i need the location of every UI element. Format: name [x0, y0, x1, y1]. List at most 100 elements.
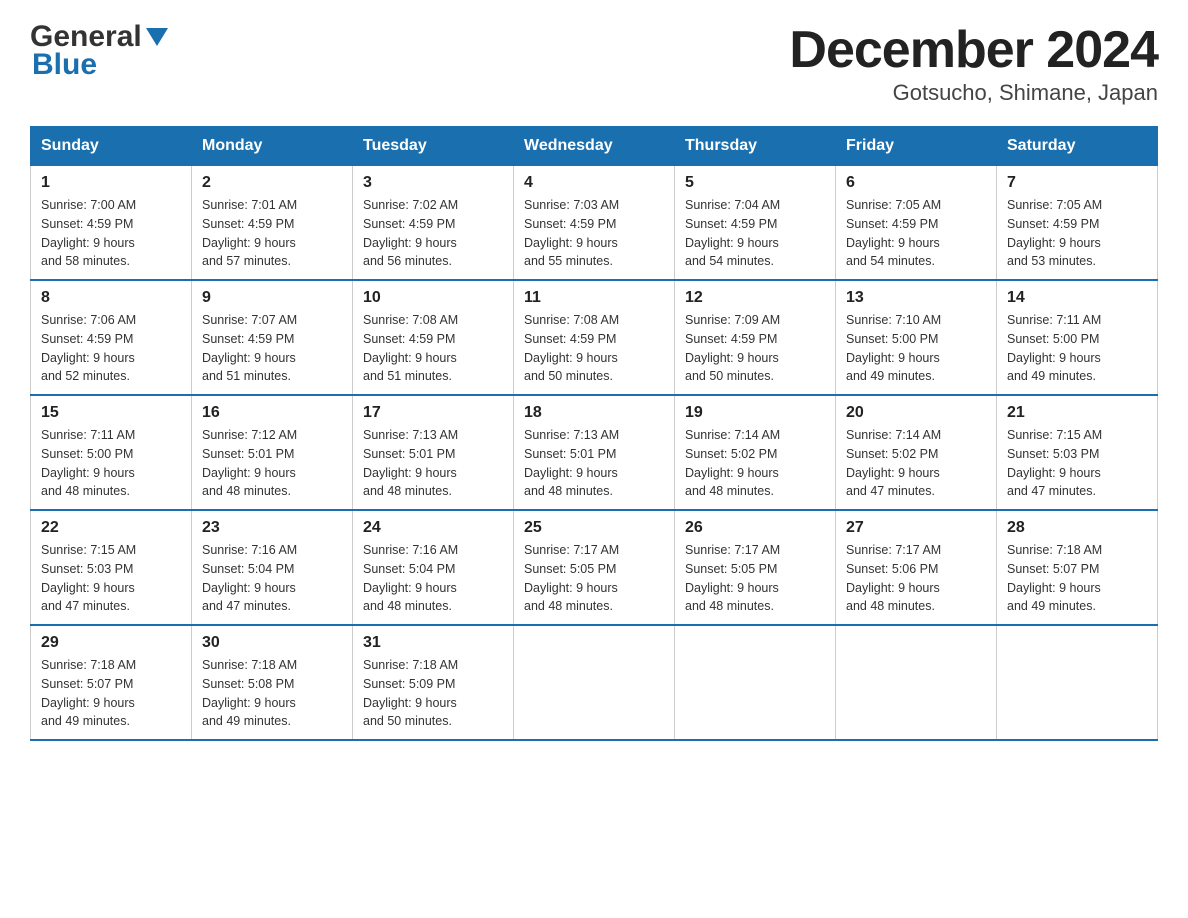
day-number: 9 — [202, 289, 342, 307]
calendar-cell: 26 Sunrise: 7:17 AM Sunset: 5:05 PM Dayl… — [675, 510, 836, 625]
day-number: 28 — [1007, 519, 1147, 537]
calendar-cell: 29 Sunrise: 7:18 AM Sunset: 5:07 PM Dayl… — [31, 625, 192, 740]
calendar-cell: 11 Sunrise: 7:08 AM Sunset: 4:59 PM Dayl… — [514, 280, 675, 395]
calendar-header-row: Sunday Monday Tuesday Wednesday Thursday… — [31, 127, 1158, 166]
logo: General Blue — [30, 20, 168, 82]
day-number: 29 — [41, 634, 181, 652]
header-sunday: Sunday — [31, 127, 192, 166]
header-tuesday: Tuesday — [353, 127, 514, 166]
day-number: 23 — [202, 519, 342, 537]
day-info: Sunrise: 7:16 AM Sunset: 5:04 PM Dayligh… — [363, 541, 503, 616]
calendar-cell — [997, 625, 1158, 740]
calendar-cell: 20 Sunrise: 7:14 AM Sunset: 5:02 PM Dayl… — [836, 395, 997, 510]
title-block: December 2024 Gotsucho, Shimane, Japan — [789, 20, 1158, 106]
logo-blue-text: Blue — [32, 48, 97, 82]
day-number: 18 — [524, 404, 664, 422]
day-info: Sunrise: 7:16 AM Sunset: 5:04 PM Dayligh… — [202, 541, 342, 616]
calendar-cell: 17 Sunrise: 7:13 AM Sunset: 5:01 PM Dayl… — [353, 395, 514, 510]
calendar-week-row: 1 Sunrise: 7:00 AM Sunset: 4:59 PM Dayli… — [31, 166, 1158, 281]
calendar-cell: 19 Sunrise: 7:14 AM Sunset: 5:02 PM Dayl… — [675, 395, 836, 510]
day-number: 26 — [685, 519, 825, 537]
calendar-cell: 12 Sunrise: 7:09 AM Sunset: 4:59 PM Dayl… — [675, 280, 836, 395]
day-info: Sunrise: 7:05 AM Sunset: 4:59 PM Dayligh… — [1007, 196, 1147, 271]
day-number: 16 — [202, 404, 342, 422]
day-info: Sunrise: 7:12 AM Sunset: 5:01 PM Dayligh… — [202, 426, 342, 501]
calendar-table: Sunday Monday Tuesday Wednesday Thursday… — [30, 126, 1158, 741]
day-info: Sunrise: 7:18 AM Sunset: 5:09 PM Dayligh… — [363, 656, 503, 731]
day-info: Sunrise: 7:03 AM Sunset: 4:59 PM Dayligh… — [524, 196, 664, 271]
day-number: 10 — [363, 289, 503, 307]
day-info: Sunrise: 7:07 AM Sunset: 4:59 PM Dayligh… — [202, 311, 342, 386]
calendar-cell: 21 Sunrise: 7:15 AM Sunset: 5:03 PM Dayl… — [997, 395, 1158, 510]
calendar-cell: 6 Sunrise: 7:05 AM Sunset: 4:59 PM Dayli… — [836, 166, 997, 281]
day-info: Sunrise: 7:00 AM Sunset: 4:59 PM Dayligh… — [41, 196, 181, 271]
calendar-cell: 8 Sunrise: 7:06 AM Sunset: 4:59 PM Dayli… — [31, 280, 192, 395]
day-number: 30 — [202, 634, 342, 652]
day-info: Sunrise: 7:13 AM Sunset: 5:01 PM Dayligh… — [363, 426, 503, 501]
day-info: Sunrise: 7:14 AM Sunset: 5:02 PM Dayligh… — [846, 426, 986, 501]
calendar-cell: 31 Sunrise: 7:18 AM Sunset: 5:09 PM Dayl… — [353, 625, 514, 740]
day-number: 7 — [1007, 174, 1147, 192]
day-number: 19 — [685, 404, 825, 422]
day-info: Sunrise: 7:18 AM Sunset: 5:07 PM Dayligh… — [1007, 541, 1147, 616]
calendar-cell: 4 Sunrise: 7:03 AM Sunset: 4:59 PM Dayli… — [514, 166, 675, 281]
day-info: Sunrise: 7:13 AM Sunset: 5:01 PM Dayligh… — [524, 426, 664, 501]
day-info: Sunrise: 7:08 AM Sunset: 4:59 PM Dayligh… — [524, 311, 664, 386]
header-saturday: Saturday — [997, 127, 1158, 166]
day-number: 21 — [1007, 404, 1147, 422]
day-number: 20 — [846, 404, 986, 422]
day-info: Sunrise: 7:02 AM Sunset: 4:59 PM Dayligh… — [363, 196, 503, 271]
day-info: Sunrise: 7:15 AM Sunset: 5:03 PM Dayligh… — [41, 541, 181, 616]
calendar-cell: 14 Sunrise: 7:11 AM Sunset: 5:00 PM Dayl… — [997, 280, 1158, 395]
day-number: 27 — [846, 519, 986, 537]
day-number: 3 — [363, 174, 503, 192]
calendar-cell: 5 Sunrise: 7:04 AM Sunset: 4:59 PM Dayli… — [675, 166, 836, 281]
day-number: 25 — [524, 519, 664, 537]
calendar-cell: 7 Sunrise: 7:05 AM Sunset: 4:59 PM Dayli… — [997, 166, 1158, 281]
day-info: Sunrise: 7:11 AM Sunset: 5:00 PM Dayligh… — [1007, 311, 1147, 386]
day-info: Sunrise: 7:06 AM Sunset: 4:59 PM Dayligh… — [41, 311, 181, 386]
day-number: 14 — [1007, 289, 1147, 307]
calendar-subtitle: Gotsucho, Shimane, Japan — [789, 80, 1158, 106]
day-number: 31 — [363, 634, 503, 652]
calendar-cell — [514, 625, 675, 740]
day-number: 2 — [202, 174, 342, 192]
calendar-week-row: 29 Sunrise: 7:18 AM Sunset: 5:07 PM Dayl… — [31, 625, 1158, 740]
day-number: 24 — [363, 519, 503, 537]
day-number: 12 — [685, 289, 825, 307]
day-info: Sunrise: 7:04 AM Sunset: 4:59 PM Dayligh… — [685, 196, 825, 271]
day-info: Sunrise: 7:08 AM Sunset: 4:59 PM Dayligh… — [363, 311, 503, 386]
day-info: Sunrise: 7:17 AM Sunset: 5:05 PM Dayligh… — [685, 541, 825, 616]
calendar-cell: 28 Sunrise: 7:18 AM Sunset: 5:07 PM Dayl… — [997, 510, 1158, 625]
header-friday: Friday — [836, 127, 997, 166]
day-number: 4 — [524, 174, 664, 192]
day-info: Sunrise: 7:17 AM Sunset: 5:06 PM Dayligh… — [846, 541, 986, 616]
calendar-title: December 2024 — [789, 20, 1158, 80]
day-info: Sunrise: 7:18 AM Sunset: 5:07 PM Dayligh… — [41, 656, 181, 731]
day-info: Sunrise: 7:05 AM Sunset: 4:59 PM Dayligh… — [846, 196, 986, 271]
calendar-cell: 25 Sunrise: 7:17 AM Sunset: 5:05 PM Dayl… — [514, 510, 675, 625]
day-info: Sunrise: 7:09 AM Sunset: 4:59 PM Dayligh… — [685, 311, 825, 386]
logo-triangle-icon — [146, 28, 168, 51]
calendar-cell: 15 Sunrise: 7:11 AM Sunset: 5:00 PM Dayl… — [31, 395, 192, 510]
day-number: 11 — [524, 289, 664, 307]
calendar-week-row: 22 Sunrise: 7:15 AM Sunset: 5:03 PM Dayl… — [31, 510, 1158, 625]
calendar-cell: 18 Sunrise: 7:13 AM Sunset: 5:01 PM Dayl… — [514, 395, 675, 510]
day-info: Sunrise: 7:18 AM Sunset: 5:08 PM Dayligh… — [202, 656, 342, 731]
calendar-cell: 13 Sunrise: 7:10 AM Sunset: 5:00 PM Dayl… — [836, 280, 997, 395]
calendar-cell: 9 Sunrise: 7:07 AM Sunset: 4:59 PM Dayli… — [192, 280, 353, 395]
header-wednesday: Wednesday — [514, 127, 675, 166]
calendar-cell: 22 Sunrise: 7:15 AM Sunset: 5:03 PM Dayl… — [31, 510, 192, 625]
calendar-cell: 23 Sunrise: 7:16 AM Sunset: 5:04 PM Dayl… — [192, 510, 353, 625]
calendar-cell: 3 Sunrise: 7:02 AM Sunset: 4:59 PM Dayli… — [353, 166, 514, 281]
day-number: 8 — [41, 289, 181, 307]
calendar-cell: 24 Sunrise: 7:16 AM Sunset: 5:04 PM Dayl… — [353, 510, 514, 625]
calendar-cell: 10 Sunrise: 7:08 AM Sunset: 4:59 PM Dayl… — [353, 280, 514, 395]
day-info: Sunrise: 7:01 AM Sunset: 4:59 PM Dayligh… — [202, 196, 342, 271]
calendar-cell: 30 Sunrise: 7:18 AM Sunset: 5:08 PM Dayl… — [192, 625, 353, 740]
calendar-cell: 1 Sunrise: 7:00 AM Sunset: 4:59 PM Dayli… — [31, 166, 192, 281]
day-info: Sunrise: 7:15 AM Sunset: 5:03 PM Dayligh… — [1007, 426, 1147, 501]
calendar-cell — [836, 625, 997, 740]
day-info: Sunrise: 7:14 AM Sunset: 5:02 PM Dayligh… — [685, 426, 825, 501]
day-number: 5 — [685, 174, 825, 192]
